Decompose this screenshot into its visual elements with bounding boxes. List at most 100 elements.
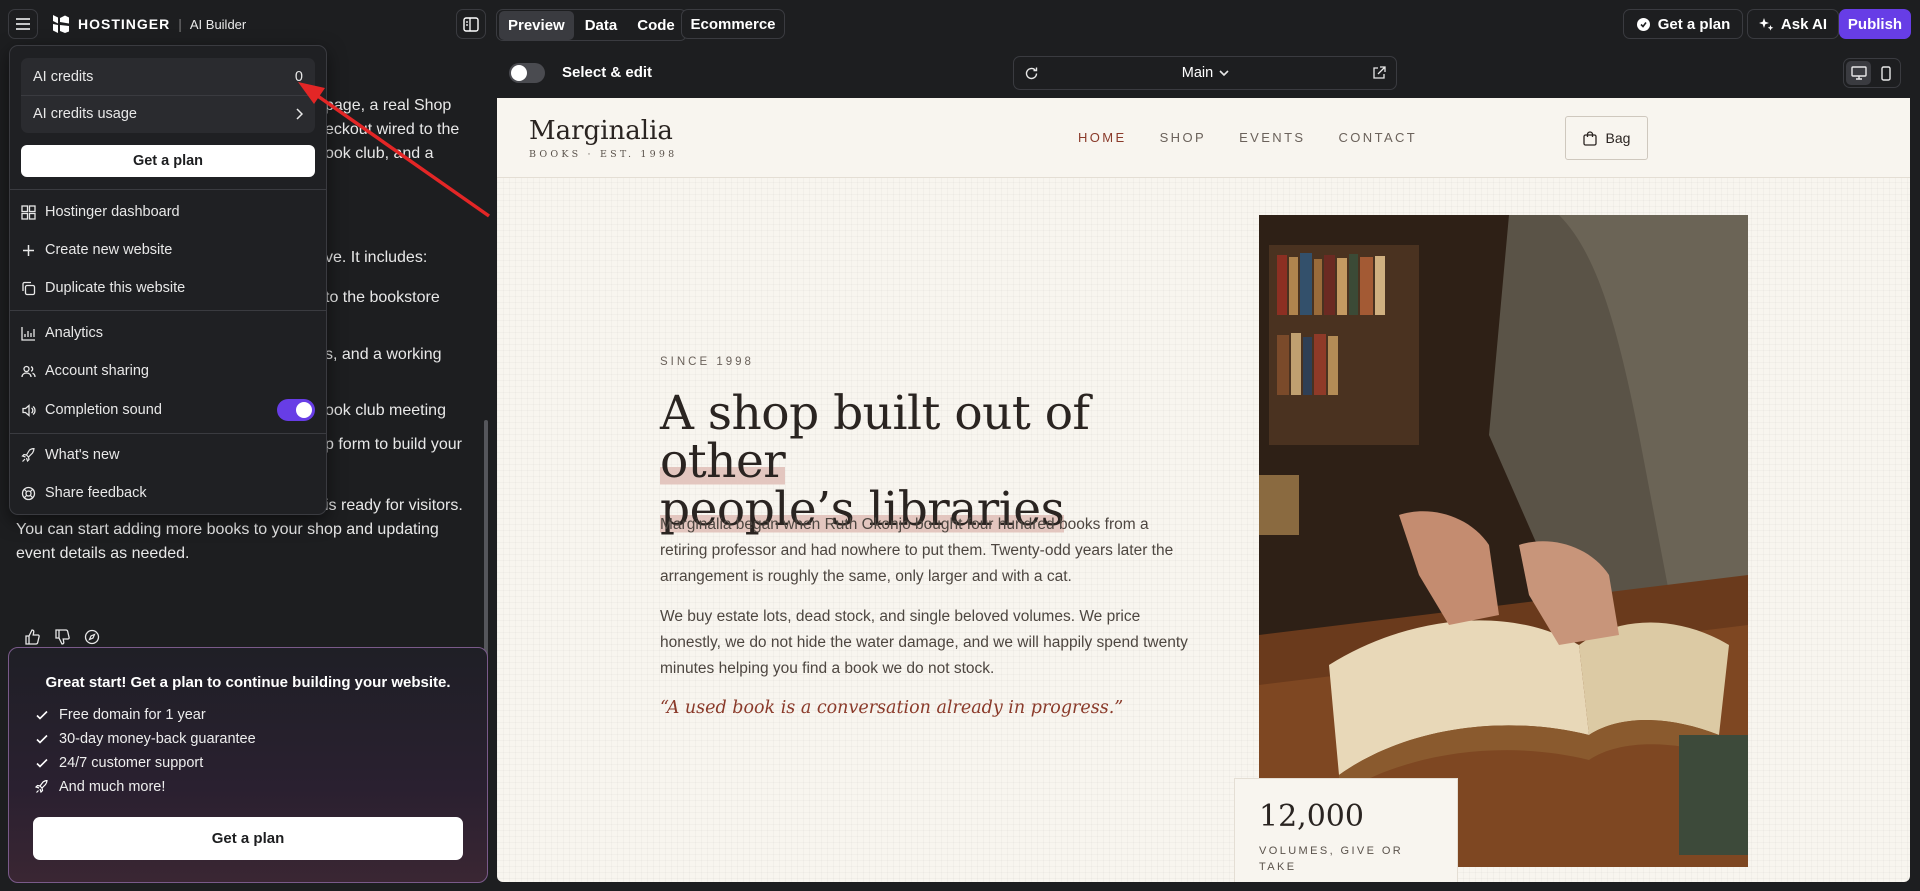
select-edit-label: Select & edit	[562, 64, 653, 81]
completion-sound-toggle[interactable]	[277, 399, 315, 421]
menu-item-analytics[interactable]: Analytics	[21, 318, 315, 348]
nav-home[interactable]: HOME	[1078, 130, 1127, 145]
menu-item-label: Completion sound	[45, 402, 162, 418]
mobile-view-button[interactable]	[1873, 61, 1898, 85]
thumbs-down-icon[interactable]	[54, 629, 70, 645]
menu-item-account-sharing[interactable]: Account sharing	[21, 356, 315, 386]
menu-button[interactable]	[8, 9, 38, 39]
website-preview: Marginalia BOOKS · EST. 1998 HOME SHOP E…	[497, 98, 1910, 882]
chat-fragment: to the bookstore	[325, 289, 440, 306]
chevron-right-icon	[296, 108, 303, 120]
desktop-icon	[1850, 66, 1867, 80]
external-link-icon[interactable]	[1372, 66, 1386, 80]
hero-paragraph: Marginalia began when Ruth Okonjo bought…	[660, 516, 1174, 585]
page-selector-bar: Main	[1013, 56, 1397, 90]
site-header: Marginalia BOOKS · EST. 1998 HOME SHOP E…	[497, 98, 1910, 178]
analytics-icon	[21, 326, 35, 341]
site-nav: HOME SHOP EVENTS CONTACT	[1078, 130, 1417, 145]
hostinger-logo[interactable]: HOSTINGER | AI Builder	[52, 13, 246, 35]
toggle-panel-button[interactable]	[456, 9, 486, 39]
chat-fragment: page, a real Shop	[325, 97, 452, 114]
chat-fragment: p form to build your	[325, 436, 462, 453]
select-edit-switch[interactable]	[509, 63, 545, 83]
check-icon	[36, 758, 48, 768]
menu-item-share-feedback[interactable]: Share feedback	[21, 478, 315, 508]
gear-badge-icon	[1636, 17, 1650, 31]
hero-quote: “A used book is a conversation already i…	[660, 698, 1124, 718]
nav-events[interactable]: EVENTS	[1239, 130, 1305, 145]
top-bar: HOSTINGER | AI Builder Preview Data Code…	[0, 0, 1920, 48]
product-name: AI Builder	[189, 16, 247, 32]
upgrade-promo-card: Great start! Get a plan to continue buil…	[8, 647, 488, 883]
refresh-icon[interactable]	[1024, 66, 1039, 81]
ask-ai-label: Ask AI	[1780, 15, 1828, 33]
menu-item-dashboard[interactable]: Hostinger dashboard	[21, 197, 315, 227]
desktop-view-button[interactable]	[1846, 61, 1871, 85]
promo-feature: Free domain for 1 year	[35, 703, 256, 727]
bag-label: Bag	[1605, 130, 1631, 146]
chat-message-line: event details as needed.	[16, 545, 190, 562]
mobile-icon	[1880, 65, 1891, 81]
nav-shop[interactable]: SHOP	[1160, 130, 1206, 145]
page-dropdown[interactable]: Main	[1182, 65, 1229, 81]
bookstore-photo-illustration	[1259, 215, 1748, 867]
menu-item-create-website[interactable]: Create new website	[21, 235, 315, 265]
ai-credits-value: 0	[294, 69, 303, 85]
menu-item-label: Create new website	[45, 242, 173, 258]
promo-feature-label: 24/7 customer support	[59, 755, 204, 771]
ecommerce-button[interactable]: Ecommerce	[681, 9, 785, 39]
menu-item-whats-new[interactable]: What's new	[21, 440, 315, 470]
hero-photo	[1259, 215, 1748, 867]
site-logo-name: Marginalia	[529, 116, 673, 146]
view-tabs: Preview Data Code	[496, 9, 687, 41]
account-menu: AI credits 0 AI credits usage Get a plan…	[9, 45, 327, 515]
hero-paragraph: We buy estate lots, dead stock, and sing…	[660, 608, 1188, 677]
brand-name: HOSTINGER	[78, 16, 171, 32]
compass-icon[interactable]	[84, 629, 100, 645]
check-icon	[36, 734, 48, 744]
menu-item-label: Analytics	[45, 325, 104, 341]
dashboard-icon	[21, 204, 36, 220]
ask-ai-button[interactable]: Ask AI	[1747, 9, 1839, 39]
hamburger-icon	[16, 18, 30, 30]
menu-item-duplicate-website[interactable]: Duplicate this website	[21, 273, 315, 303]
hero-eyebrow: SINCE 1998	[660, 356, 754, 368]
divider	[10, 189, 326, 190]
menu-item-label: What's new	[45, 447, 120, 463]
ai-credits-usage-label: AI credits usage	[33, 106, 137, 122]
nav-contact[interactable]: CONTACT	[1338, 130, 1417, 145]
stat-card: 12,000 VOLUMES, GIVE OR TAKE	[1234, 778, 1458, 882]
get-plan-top-label: Get a plan	[1657, 15, 1731, 33]
tab-preview[interactable]: Preview	[499, 10, 574, 40]
promo-feature: And much more!	[35, 775, 256, 799]
promo-feature: 30-day money-back guarantee	[35, 727, 256, 751]
stat-label: VOLUMES, GIVE OR TAKE	[1259, 845, 1404, 873]
ai-credits-box: AI credits 0 AI credits usage	[21, 58, 315, 133]
hero-title-part: A shop built out of	[660, 386, 1090, 441]
menu-item-label: Duplicate this website	[45, 280, 186, 296]
ecommerce-label: Ecommerce	[690, 15, 776, 33]
promo-feature-label: Free domain for 1 year	[59, 707, 206, 723]
publish-label: Publish	[1847, 15, 1903, 33]
hostinger-logo-icon	[53, 15, 69, 33]
site-logo-tagline: BOOKS · EST. 1998	[529, 149, 678, 160]
menu-item-label: Account sharing	[45, 363, 149, 379]
promo-feature-label: And much more!	[59, 779, 166, 795]
plus-icon	[23, 244, 34, 256]
tab-code[interactable]: Code	[628, 11, 684, 40]
promo-feature-list: Free domain for 1 year 30-day money-back…	[35, 703, 256, 799]
promo-get-plan-button[interactable]: Get a plan	[33, 817, 463, 860]
publish-button[interactable]: Publish	[1839, 9, 1911, 39]
feedback-icon	[21, 486, 36, 500]
site-logo[interactable]: Marginalia BOOKS · EST. 1998	[529, 116, 677, 160]
bag-button[interactable]: Bag	[1565, 116, 1648, 160]
tab-data[interactable]: Data	[576, 11, 627, 40]
thumbs-up-icon[interactable]	[24, 629, 40, 645]
duplicate-icon	[22, 281, 36, 295]
page-dropdown-value: Main	[1181, 65, 1214, 81]
chat-message-line: You can start adding more books to your …	[16, 521, 439, 538]
ai-credits-usage-row[interactable]: AI credits usage	[33, 96, 303, 132]
get-plan-top-button[interactable]: Get a plan	[1623, 9, 1743, 39]
menu-get-plan-button[interactable]: Get a plan	[21, 145, 315, 177]
hero-title-highlight: other	[660, 434, 786, 489]
